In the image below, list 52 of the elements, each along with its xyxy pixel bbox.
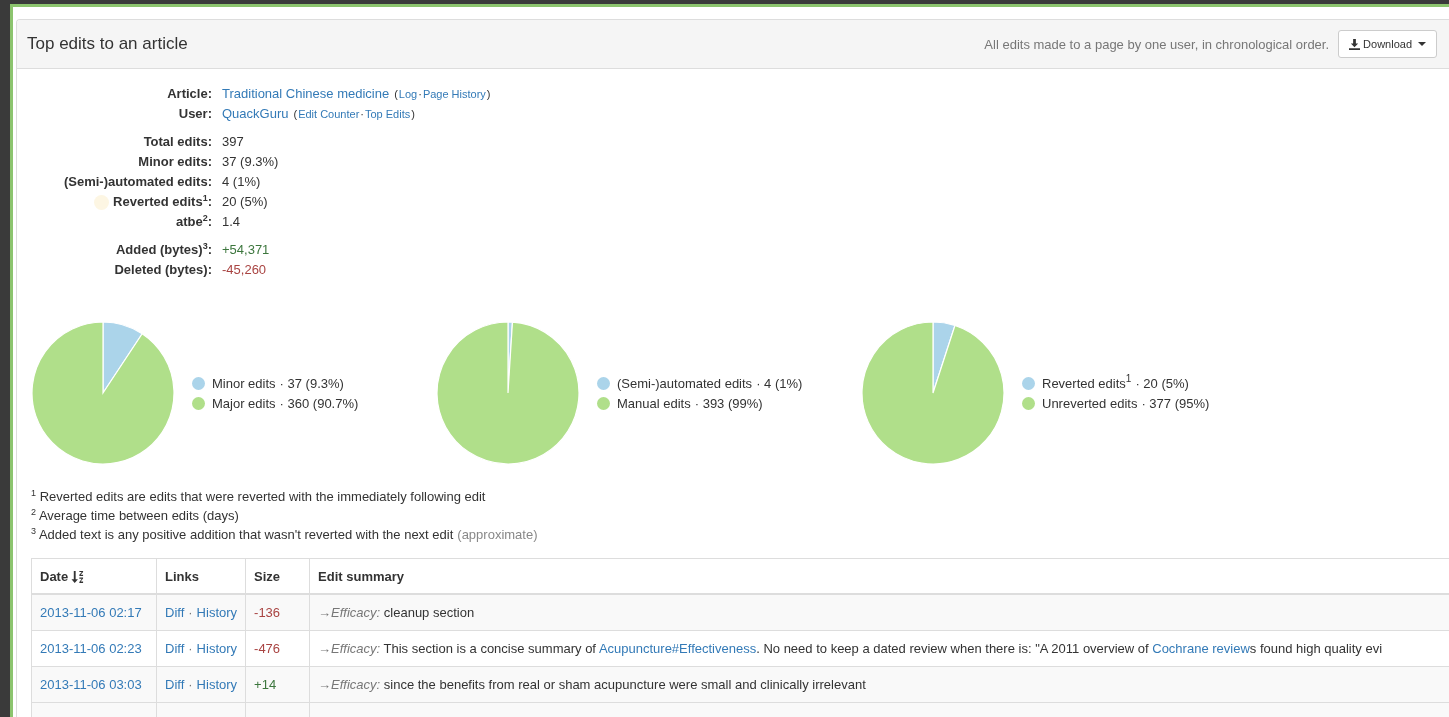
- legend-label: (Semi-)automated edits: [617, 375, 753, 391]
- legend-value: · 377 (95%): [1141, 395, 1210, 411]
- punctuation: ·: [418, 87, 422, 102]
- legend-label: Major edits: [212, 395, 276, 411]
- punctuation: ): [486, 87, 491, 102]
- panel-description: All edits made to a page by one user, in chronological order.: [984, 36, 1330, 52]
- panel-title: Top edits to an article: [27, 34, 188, 54]
- legend-value: · 360 (90.7%): [279, 395, 359, 411]
- footnote: $^{1}$ Reverted edits are edits that were reverted with the immediately following edit: [31, 489, 486, 504]
- field-label: (Semi-)automated edits:: [63, 173, 212, 191]
- separator-dot: ·: [188, 677, 193, 692]
- legend-label: Unreverted edits: [1042, 395, 1138, 411]
- field-label: User:: [177, 105, 212, 123]
- footnote-note: (approximate): [457, 527, 538, 542]
- separator-dot: ·: [188, 605, 193, 620]
- legend-value: · 393 (99%): [694, 395, 763, 411]
- summary-text: . No need to keep a dated review when there is: "A 2011 overview of: [756, 641, 1150, 656]
- table-cell: +14: [245, 666, 310, 703]
- field-label: Reverted edits$^{1}$:: [113, 193, 212, 211]
- punctuation: (: [293, 107, 298, 122]
- summary-text: since the benefits from real or sham acupuncture were small and clinically irrelevant: [382, 677, 866, 692]
- footnote: $^{3}$ Added text is any positive addition that wasn't reverted with the next edit: [31, 527, 454, 542]
- field-label: Total edits:: [143, 133, 212, 151]
- field-value: 1.4: [222, 213, 242, 231]
- field-label: Added (bytes)$^{3}$:: [115, 241, 212, 259]
- footnote-mark: 1: [1125, 373, 1132, 384]
- field-value: -45,260: [222, 261, 268, 279]
- footnote: $^{2}$ Average time between edits (days): [31, 508, 239, 523]
- table-cell: -136: [245, 594, 310, 631]
- summary-text: cleanup section: [382, 605, 475, 620]
- field-value: +54,371: [222, 241, 270, 259]
- field-label: Article:: [166, 85, 212, 103]
- field-label: Minor edits:: [138, 153, 212, 171]
- punctuation: (: [394, 87, 398, 102]
- field-label: Deleted (bytes):: [114, 261, 212, 279]
- separator-dot: ·: [188, 641, 193, 656]
- field-value: 4 (1%): [222, 173, 262, 191]
- punctuation: ): [411, 107, 415, 122]
- legend-label: Minor edits: [212, 375, 276, 391]
- legend-label: Reverted edits: [1042, 375, 1126, 391]
- punctuation: ·: [360, 107, 364, 122]
- field-value: 20 (5%): [222, 193, 269, 211]
- summary-text: s found high quality evi: [1249, 641, 1383, 656]
- field-label: atbe$^{2}$:: [175, 213, 212, 231]
- field-value: 37 (9.3%): [222, 153, 279, 171]
- legend-value: · 20 (5%): [1135, 375, 1189, 391]
- field-value: 397: [222, 133, 245, 151]
- legend-label: Manual edits: [617, 395, 691, 411]
- legend-value: · 37 (9.3%): [279, 375, 344, 391]
- table-cell: -476: [245, 630, 310, 667]
- legend-value: · 4 (1%): [756, 375, 803, 391]
- summary-text: This section is a concise summary of: [382, 641, 597, 656]
